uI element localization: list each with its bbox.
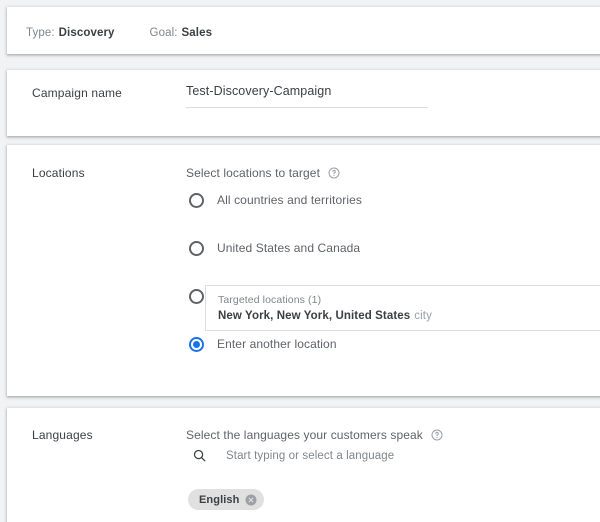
campaign-name-field[interactable]: Test-Discovery-Campaign xyxy=(186,84,428,108)
radio-unchecked-icon[interactable] xyxy=(189,240,204,256)
targeted-location-item: New York, New York, United States city xyxy=(218,310,432,322)
locations-heading: Select locations to target xyxy=(186,166,321,180)
targeted-locations-title: Targeted locations (1) xyxy=(218,294,322,306)
targeted-location-name: New York, New York, United States xyxy=(218,310,411,322)
campaign-goal-value: Sales xyxy=(181,27,213,39)
languages-heading: Select the languages your customers spea… xyxy=(186,428,423,442)
language-chip-label: English xyxy=(199,493,240,506)
radio-checked-icon[interactable] xyxy=(189,336,204,352)
campaign-name-input[interactable]: Test-Discovery-Campaign xyxy=(186,84,428,107)
locations-option-label: Enter another location xyxy=(217,337,337,351)
languages-card: Languages Select the languages your cust… xyxy=(7,408,600,522)
campaign-settings-page: Type: Discovery Goal: Sales Campaign nam… xyxy=(0,0,600,522)
language-search-input[interactable]: Start typing or select a language xyxy=(226,450,394,462)
languages-heading-row: Select the languages your customers spea… xyxy=(186,428,443,442)
locations-label: Locations xyxy=(32,166,85,180)
selected-languages-chip-list: English xyxy=(188,489,265,510)
targeted-locations-panel: Targeted locations (1) New York, New Yor… xyxy=(205,285,600,331)
language-search-row[interactable]: Start typing or select a language xyxy=(192,448,394,463)
campaign-goal: Goal: Sales xyxy=(150,27,213,39)
radio-unchecked-icon[interactable] xyxy=(189,192,204,208)
campaign-summary-row: Type: Discovery Goal: Sales xyxy=(26,27,212,39)
languages-label: Languages xyxy=(32,428,93,442)
locations-option-all-countries[interactable]: All countries and territories xyxy=(189,188,362,212)
search-icon[interactable] xyxy=(192,448,207,463)
locations-card: Locations Select locations to target All… xyxy=(7,145,600,503)
locations-option-enter-another[interactable]: Enter another location xyxy=(189,332,362,356)
locations-option-us-canada[interactable]: United States and Canada xyxy=(189,236,362,260)
radio-unchecked-icon[interactable] xyxy=(189,288,204,304)
locations-option-label: All countries and territories xyxy=(217,193,362,207)
locations-heading-row: Select locations to target xyxy=(186,166,340,180)
targeted-location-type: city xyxy=(414,310,432,322)
campaign-type: Type: Discovery xyxy=(26,27,115,39)
campaign-goal-label: Goal: xyxy=(149,27,178,39)
radio-row-spacer xyxy=(189,212,362,236)
campaign-name-card: Campaign name Test-Discovery-Campaign xyxy=(7,70,600,136)
help-circle-icon[interactable] xyxy=(328,167,340,179)
campaign-summary-card: Type: Discovery Goal: Sales xyxy=(7,7,600,54)
help-circle-icon[interactable] xyxy=(431,429,443,441)
campaign-name-label: Campaign name xyxy=(32,86,122,100)
language-chip[interactable]: English xyxy=(188,489,265,510)
campaign-name-underline xyxy=(186,107,428,108)
locations-option-label: United States and Canada xyxy=(217,241,361,255)
campaign-type-label: Type: xyxy=(26,27,55,39)
campaign-type-value: Discovery xyxy=(58,27,115,39)
radio-row-spacer xyxy=(189,260,362,284)
close-circle-icon[interactable] xyxy=(245,494,257,506)
